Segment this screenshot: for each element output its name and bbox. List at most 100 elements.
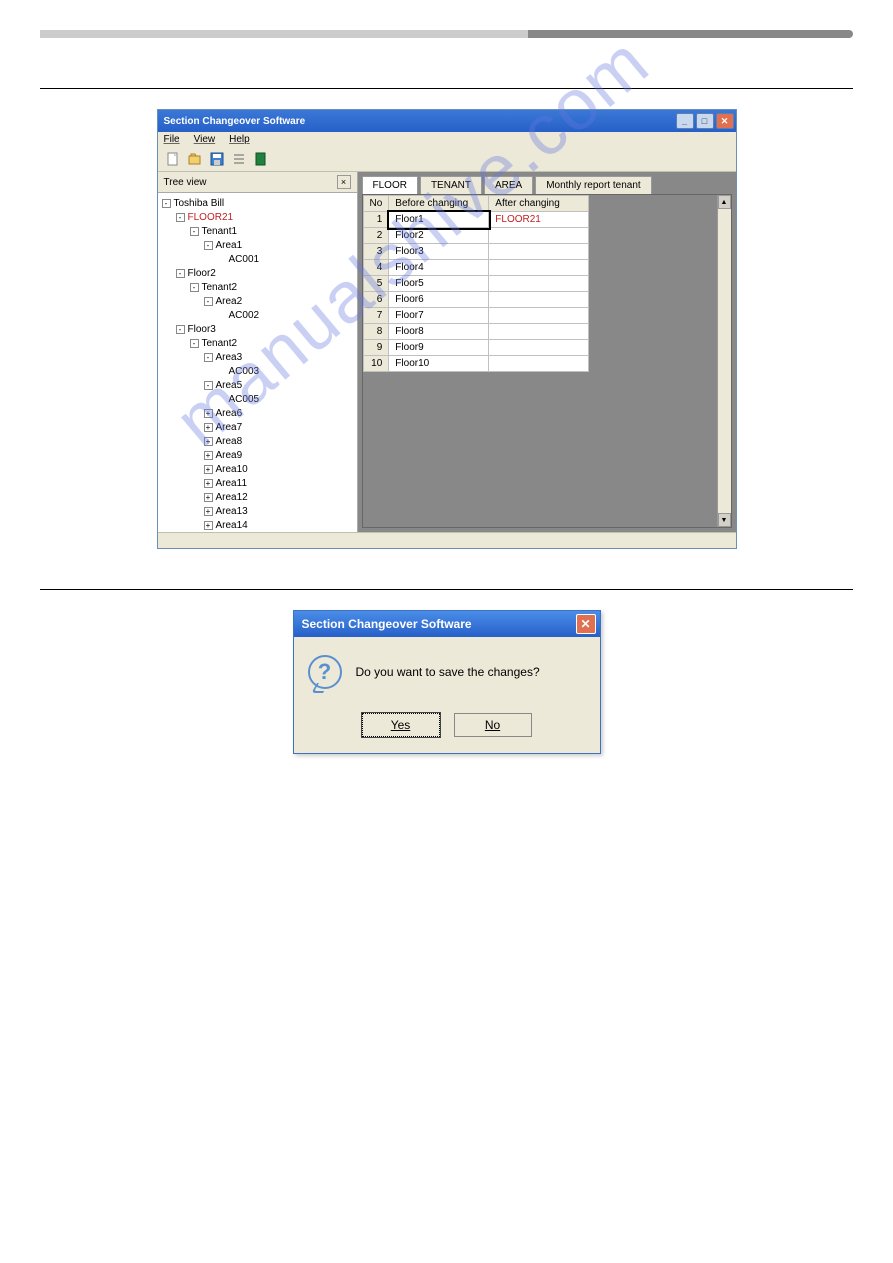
cell-before[interactable]: Floor1 [389,212,489,228]
table-row[interactable]: 6Floor6 [363,292,589,308]
tree-item[interactable]: AC005 [218,393,355,407]
dialog-titlebar[interactable]: Section Changeover Software ✕ [294,611,600,637]
dialog-close-icon[interactable]: ✕ [576,614,596,634]
expander-icon[interactable]: + [204,423,213,432]
expander-icon[interactable]: + [204,465,213,474]
tree-item[interactable]: AC001 [218,253,355,267]
menu-view[interactable]: View [194,134,216,145]
table-row[interactable]: 7Floor7 [363,308,589,324]
floor-grid[interactable]: No Before changing After changing 1Floor… [363,195,590,372]
vertical-scrollbar[interactable]: ▲ ▼ [717,195,731,527]
close-button[interactable]: ✕ [716,113,734,129]
tree-item[interactable]: +Area13 [204,505,355,519]
expander-icon[interactable]: - [176,213,185,222]
tree-item[interactable]: +Area14 [204,519,355,532]
tree-item[interactable]: AC002 [218,309,355,323]
minimize-button[interactable]: _ [676,113,694,129]
cell-after[interactable] [489,356,589,372]
expander-icon[interactable]: - [176,269,185,278]
expander-icon[interactable]: + [204,493,213,502]
cell-after[interactable]: FLOOR21 [489,212,589,228]
expander-icon[interactable]: + [204,437,213,446]
tree-close-icon[interactable]: × [337,175,351,189]
tree-item[interactable]: -Area5AC005 [204,379,355,407]
col-no[interactable]: No [363,196,389,212]
tree-item[interactable]: +Area6 [204,407,355,421]
expander-icon[interactable]: - [162,199,171,208]
cell-before[interactable]: Floor3 [389,244,489,260]
list-icon[interactable] [230,150,248,168]
cell-after[interactable] [489,340,589,356]
cell-after[interactable] [489,324,589,340]
expander-icon[interactable]: - [204,381,213,390]
tab-monthly[interactable]: Monthly report tenant [535,176,652,194]
cell-before[interactable]: Floor7 [389,308,489,324]
tab-area[interactable]: AREA [484,176,533,194]
scroll-down-icon[interactable]: ▼ [718,513,731,527]
cell-before[interactable]: Floor9 [389,340,489,356]
tree-body[interactable]: -Toshiba Bill-FLOOR21-Tenant1-Area1AC001… [158,193,357,532]
open-icon[interactable] [186,150,204,168]
expander-icon[interactable]: - [190,339,199,348]
expander-icon[interactable]: + [204,507,213,516]
tree-item[interactable]: -FLOOR21-Tenant1-Area1AC001 [176,211,355,267]
cell-before[interactable]: Floor5 [389,276,489,292]
tree-item[interactable]: -Area1AC001 [204,239,355,267]
cell-before[interactable]: Floor2 [389,228,489,244]
cell-after[interactable] [489,308,589,324]
expander-icon[interactable]: - [204,353,213,362]
table-row[interactable]: 2Floor2 [363,228,589,244]
expander-icon[interactable]: - [176,325,185,334]
table-row[interactable]: 10Floor10 [363,356,589,372]
menu-help[interactable]: Help [229,134,250,145]
cell-before[interactable]: Floor4 [389,260,489,276]
expander-icon[interactable]: + [204,479,213,488]
cell-after[interactable] [489,244,589,260]
tab-tenant[interactable]: TENANT [420,176,482,194]
expander-icon[interactable]: - [190,283,199,292]
save-icon[interactable] [208,150,226,168]
cell-after[interactable] [489,228,589,244]
scroll-up-icon[interactable]: ▲ [718,195,731,209]
col-before[interactable]: Before changing [389,196,489,212]
table-row[interactable]: 9Floor9 [363,340,589,356]
col-after[interactable]: After changing [489,196,589,212]
titlebar[interactable]: Section Changeover Software _ □ ✕ [158,110,736,132]
expander-icon[interactable]: + [204,451,213,460]
cell-before[interactable]: Floor6 [389,292,489,308]
table-row[interactable]: 5Floor5 [363,276,589,292]
tree-item[interactable]: -Floor2-Tenant2-Area2AC002 [176,267,355,323]
tree-item[interactable]: -Area2AC002 [204,295,355,323]
tree-root-item[interactable]: -Toshiba Bill-FLOOR21-Tenant1-Area1AC001… [162,197,355,532]
table-row[interactable]: 8Floor8 [363,324,589,340]
tree-item[interactable]: -Tenant1-Area1AC001 [190,225,355,267]
cell-before[interactable]: Floor8 [389,324,489,340]
maximize-button[interactable]: □ [696,113,714,129]
table-row[interactable]: 4Floor4 [363,260,589,276]
cell-after[interactable] [489,276,589,292]
expander-icon[interactable]: - [204,241,213,250]
yes-button[interactable]: Yes [362,713,440,737]
expander-icon[interactable]: - [204,297,213,306]
new-icon[interactable] [164,150,182,168]
tree-item[interactable]: +Area12 [204,491,355,505]
cell-before[interactable]: Floor10 [389,356,489,372]
menu-file[interactable]: File [164,134,180,145]
cell-after[interactable] [489,260,589,276]
expander-icon[interactable]: + [204,409,213,418]
tree-item[interactable]: +Area8 [204,435,355,449]
tree-item[interactable]: -Floor3-Tenant2-Area3AC003-Area5AC005+Ar… [176,323,355,532]
cell-after[interactable] [489,292,589,308]
tree-item[interactable]: -Tenant2-Area2AC002 [190,281,355,323]
expander-icon[interactable]: - [190,227,199,236]
expander-icon[interactable]: + [204,521,213,530]
tree-item[interactable]: +Area11 [204,477,355,491]
tab-floor[interactable]: FLOOR [362,176,418,194]
table-row[interactable]: 3Floor3 [363,244,589,260]
no-button[interactable]: No [454,713,532,737]
tree-item[interactable]: +Area10 [204,463,355,477]
tree-item[interactable]: +Area9 [204,449,355,463]
exit-icon[interactable] [252,150,270,168]
tree-item[interactable]: AC003 [218,365,355,379]
tree-item[interactable]: -Area3AC003 [204,351,355,379]
